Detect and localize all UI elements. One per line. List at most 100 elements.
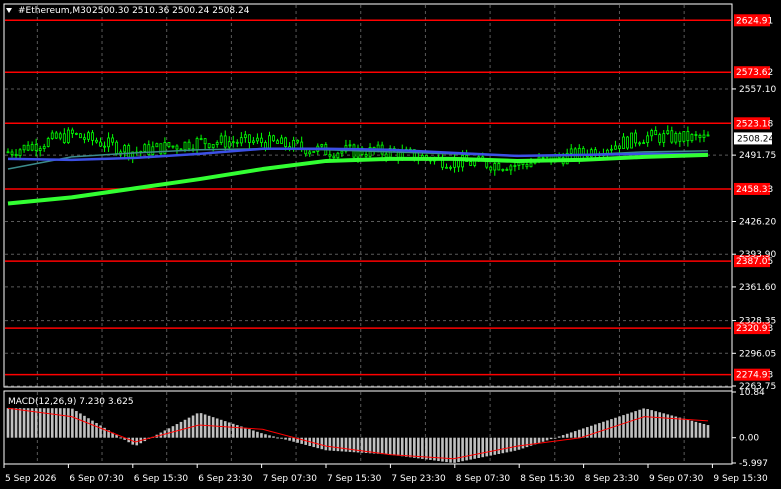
candle-body: [223, 135, 227, 148]
time-tick-label: 8 Sep 23:30: [585, 474, 640, 484]
candle-body: [666, 130, 670, 134]
macd-histogram-bar: [694, 421, 698, 438]
candle-body: [654, 130, 658, 136]
candle-body: [58, 133, 62, 139]
candle-body: [70, 129, 74, 134]
candle-body: [312, 151, 316, 153]
macd-histogram-bar: [231, 423, 235, 438]
macd-histogram-bar: [6, 408, 10, 438]
candle-body: [493, 163, 497, 171]
ohlc-values: 2500.30 2510.36 2500.24 2508.24: [92, 6, 250, 16]
current-price-label: 2508.24: [737, 134, 774, 144]
candle-body: [10, 151, 14, 155]
candle-body: [513, 165, 517, 167]
candle-body: [618, 145, 621, 149]
candle-body: [340, 150, 344, 154]
macd-histogram-bar: [284, 437, 287, 440]
candle-body: [95, 139, 98, 143]
macd-histogram-bar: [244, 427, 247, 438]
candle-body: [690, 134, 694, 142]
macd-histogram-bar: [396, 437, 400, 456]
candle-body: [276, 140, 279, 144]
price-chart[interactable]: 2624.912573.622523.182458.332387.052320.…: [0, 0, 781, 489]
macd-histogram-bar: [630, 412, 633, 438]
candle-body: [662, 133, 666, 143]
candle-body: [219, 135, 223, 143]
candle-body: [183, 141, 187, 151]
candle-body: [22, 144, 26, 151]
candle-body: [384, 153, 388, 158]
candle-body: [123, 145, 127, 153]
collapse-triangle-icon[interactable]: [6, 8, 12, 13]
macd-histogram-bar: [316, 437, 320, 449]
candle-body: [46, 138, 50, 147]
candle-body: [6, 151, 10, 154]
candle-body: [91, 132, 94, 141]
macd-histogram-bar: [388, 437, 392, 455]
candle-body: [364, 154, 368, 157]
time-tick-label: 8 Sep 15:30: [520, 474, 575, 484]
macd-histogram-bar: [34, 408, 38, 438]
macd-histogram-bar: [646, 409, 649, 438]
macd-histogram-bar: [340, 437, 344, 452]
candle-body: [280, 137, 283, 144]
macd-histogram-bar: [469, 437, 472, 460]
macd-histogram-bar: [392, 437, 396, 456]
candle-body: [642, 142, 646, 145]
candle-body: [30, 144, 34, 151]
candle-body: [509, 165, 513, 171]
macd-histogram-bar: [292, 437, 295, 442]
macd-histogram-bar: [328, 437, 332, 451]
macd-histogram-bar: [336, 437, 340, 452]
macd-histogram-bar: [509, 437, 513, 452]
candle-body: [171, 145, 175, 148]
candle-body: [610, 148, 613, 151]
candle-body: [296, 139, 300, 143]
macd-histogram-bar: [207, 415, 211, 438]
macd-histogram-bar: [634, 411, 637, 438]
macd-histogram-bar: [525, 437, 529, 448]
time-tick-label: 9 Sep 15:30: [713, 474, 768, 484]
candle-body: [658, 134, 662, 143]
candle-body: [348, 144, 352, 147]
candle-body: [207, 143, 211, 149]
macd-histogram-bar: [384, 437, 388, 455]
macd-histogram-bar: [654, 411, 658, 438]
macd-histogram-bar: [662, 413, 666, 438]
chart-terminal[interactable]: 2624.91 2573.62 2523.18 2458.33 2387.05 2320.…: [0, 0, 781, 489]
macd-histogram-bar: [622, 415, 625, 438]
macd-histogram-bar: [376, 437, 380, 454]
macd-histogram-bar: [248, 429, 251, 438]
macd-histogram-bar: [521, 437, 525, 449]
macd-histogram-bar: [223, 421, 227, 438]
candle-body: [336, 152, 340, 159]
price-tick-label: 2557.10: [739, 85, 776, 95]
candle-body: [646, 135, 650, 144]
candle-body: [99, 141, 102, 147]
candle-body: [674, 133, 678, 143]
macd-histogram-bar: [573, 431, 577, 438]
macd-histogram-bar: [549, 437, 553, 440]
macd-histogram-bar: [686, 419, 690, 438]
time-tick-label: 6 Sep 23:30: [198, 474, 253, 484]
candle-body: [694, 134, 698, 136]
macd-histogram-bar: [465, 437, 468, 461]
macd-histogram-bar: [485, 437, 489, 457]
macd-histogram-bar: [79, 413, 82, 438]
macd-histogram-bar: [324, 437, 328, 451]
candle-body: [14, 153, 18, 157]
macd-histogram-bar: [236, 425, 239, 438]
candle-body: [268, 135, 271, 149]
macd-histogram-bar: [67, 408, 70, 438]
candle-body: [581, 147, 585, 155]
macd-histogram-bar: [10, 408, 14, 438]
candle-body: [247, 134, 251, 143]
macd-histogram-bar: [280, 437, 283, 439]
macd-histogram-bar: [54, 408, 58, 438]
macd-histogram-bar: [682, 418, 686, 438]
candle-body: [231, 141, 235, 144]
macd-histogram-bar: [63, 408, 66, 438]
candle-body: [227, 141, 231, 148]
time-tick-label: 7 Sep 23:30: [391, 474, 446, 484]
candle-body: [541, 156, 545, 159]
